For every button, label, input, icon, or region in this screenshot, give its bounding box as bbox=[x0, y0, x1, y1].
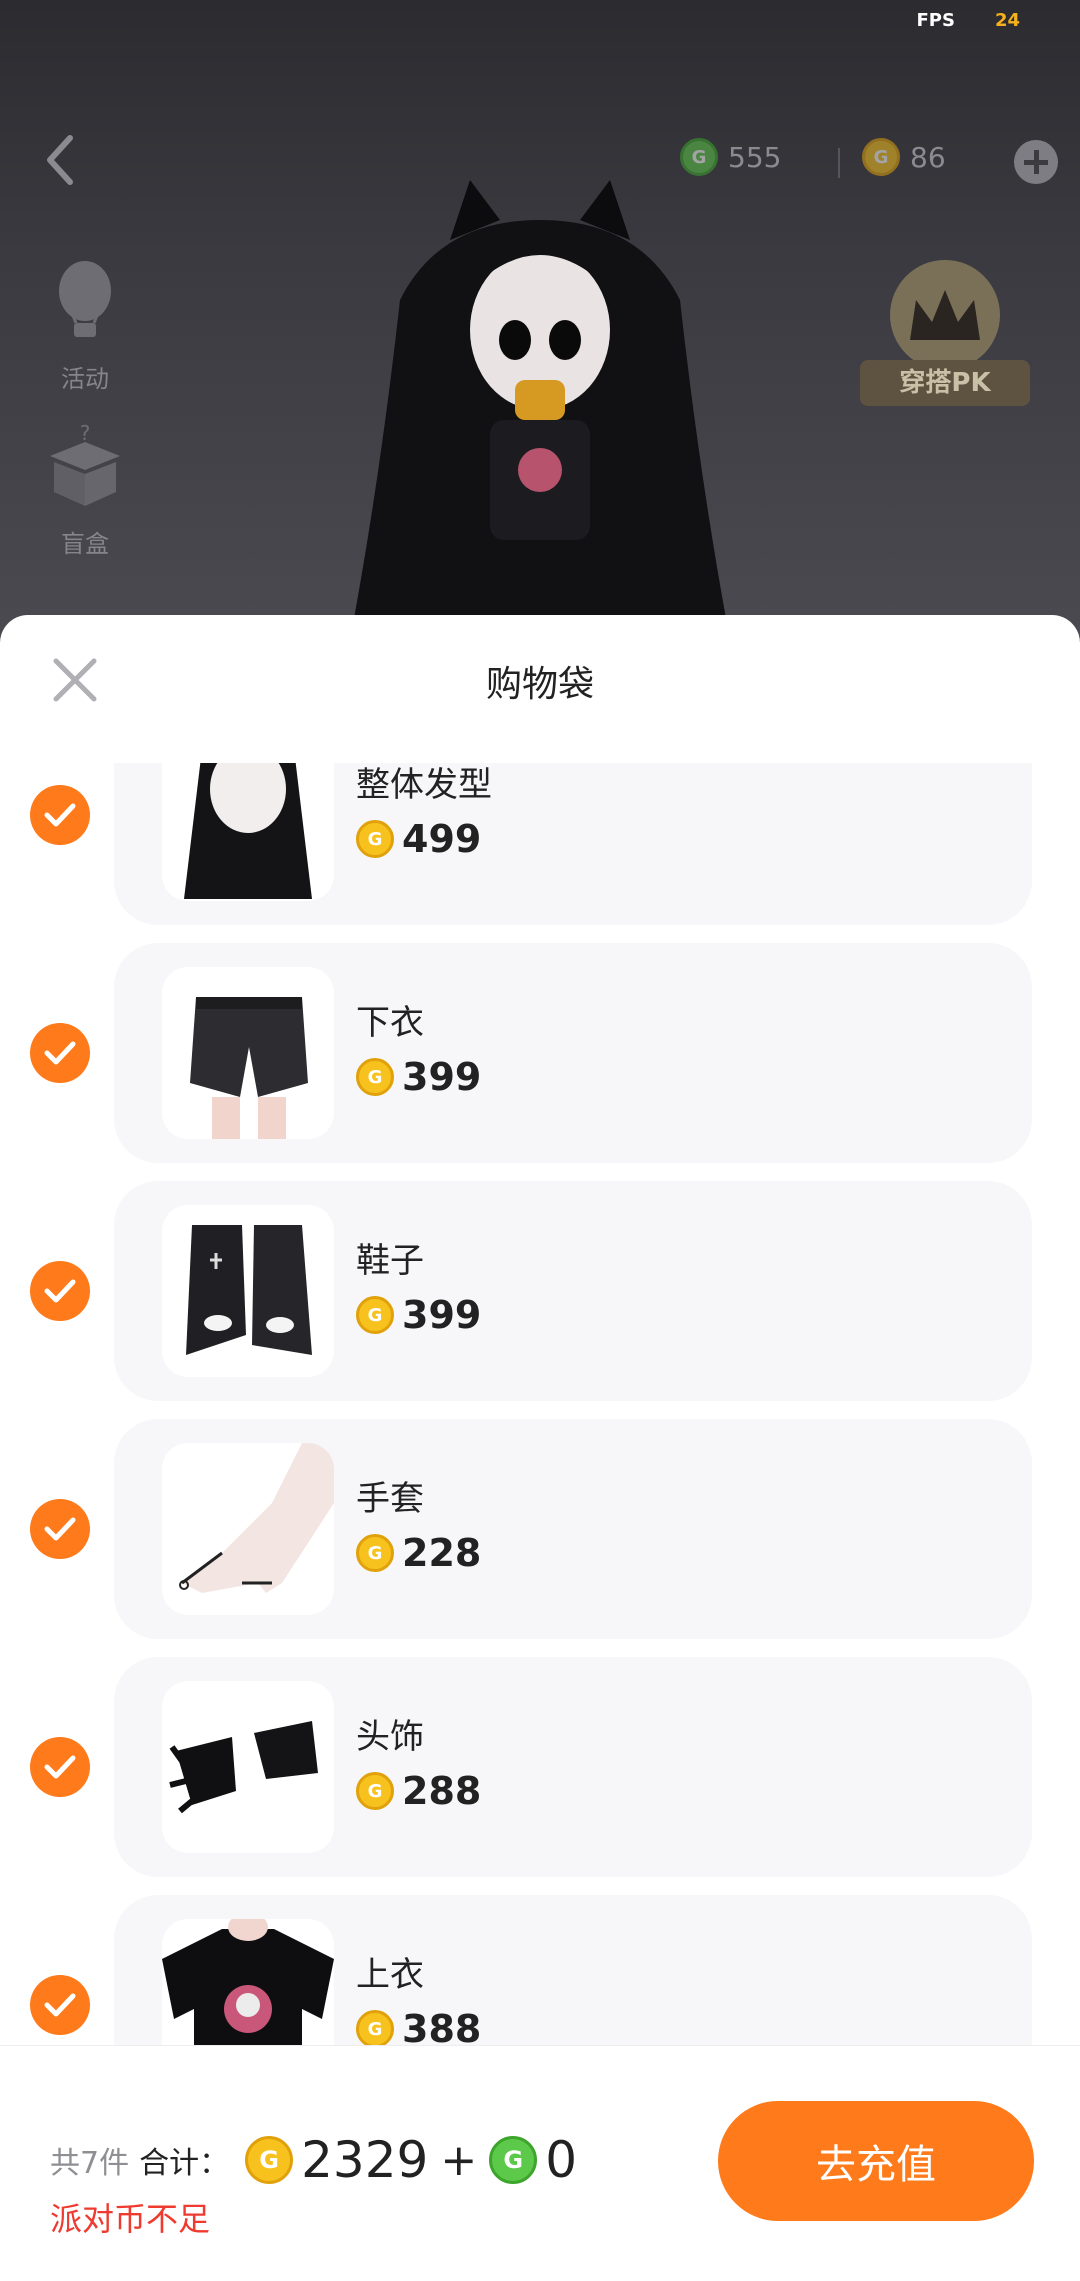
item-card: 整体发型 G 499 bbox=[114, 763, 1032, 925]
fps-value: 24 bbox=[994, 10, 1020, 31]
item-card: 上衣 G 388 bbox=[114, 1895, 1032, 2048]
blind-box-label: 盲盒 bbox=[61, 530, 109, 558]
checkout-footer: 共7件 合计： G 2329 + G 0 派对币不足 去充值 bbox=[0, 2045, 1080, 2281]
total-label: 合计： bbox=[139, 2146, 230, 2181]
gold-coin-icon: G bbox=[245, 2136, 294, 2184]
gloves-image bbox=[179, 1443, 334, 1593]
item-thumbnail bbox=[162, 1205, 334, 1377]
item-price-value: 388 bbox=[402, 2007, 482, 2048]
gold-coin-balance-value: 86 bbox=[910, 140, 946, 174]
chevron-left-icon bbox=[47, 135, 73, 185]
item-name: 上衣 bbox=[356, 1955, 424, 1995]
total-summary: 共7件 合计： G 2329 + G 0 bbox=[50, 2131, 589, 2189]
divider bbox=[838, 148, 840, 178]
item-name: 整体发型 bbox=[356, 765, 492, 805]
item-price: G 228 bbox=[356, 1531, 481, 1575]
green-total: 0 bbox=[545, 2131, 578, 2189]
cart-item-list[interactable]: 整体发型 G 499 下衣 G 399 鞋子 G 399 手套 G 228 头饰… bbox=[0, 763, 1080, 2048]
crown-icon bbox=[890, 260, 1000, 370]
item-checkbox[interactable] bbox=[30, 1975, 90, 2035]
avatar-character bbox=[350, 180, 730, 640]
activity-button[interactable]: 活动 bbox=[30, 255, 140, 394]
green-coin-balance-value: 555 bbox=[728, 140, 782, 174]
checkmark-icon bbox=[44, 1279, 76, 1303]
item-name: 头饰 bbox=[356, 1717, 424, 1757]
blind-box-button[interactable]: ? 盲盒 bbox=[30, 420, 140, 559]
fps-counter: FPS 24 bbox=[916, 10, 1020, 31]
item-price: G 399 bbox=[356, 1055, 481, 1099]
checkmark-icon bbox=[44, 803, 76, 827]
item-price: G 288 bbox=[356, 1769, 481, 1813]
boots-image bbox=[186, 1225, 312, 1355]
item-name: 手套 bbox=[356, 1479, 424, 1519]
activity-label: 活动 bbox=[61, 365, 109, 393]
hairstyle-image bbox=[184, 763, 312, 899]
gold-coin-icon: G bbox=[356, 820, 394, 858]
svg-text:?: ? bbox=[80, 421, 91, 445]
item-checkbox[interactable] bbox=[30, 1023, 90, 1083]
mystery-box-icon: ? bbox=[50, 421, 120, 506]
cart-item-headwear[interactable]: 头饰 G 288 bbox=[0, 1657, 1080, 1877]
insufficient-funds-warning: 派对币不足 bbox=[50, 2200, 211, 2238]
checkmark-icon bbox=[44, 1993, 76, 2017]
item-thumbnail bbox=[162, 763, 334, 901]
outfit-pk-button[interactable]: 穿搭PK bbox=[860, 260, 1030, 410]
shorts-image bbox=[190, 997, 308, 1139]
avatar-scene: FPS 24 G 555 G 86 活动 ? 盲盒 穿搭PK bbox=[0, 0, 1080, 640]
recharge-button[interactable]: 去充值 bbox=[718, 2101, 1034, 2221]
gold-coin-icon: G bbox=[356, 1058, 394, 1096]
checkmark-icon bbox=[44, 1755, 76, 1779]
add-currency-button[interactable] bbox=[1014, 140, 1058, 184]
item-checkbox[interactable] bbox=[30, 1261, 90, 1321]
gold-total: 2329 bbox=[301, 2131, 429, 2189]
green-coin-balance: G 555 bbox=[680, 138, 781, 176]
cart-item-hairstyle[interactable]: 整体发型 G 499 bbox=[0, 763, 1080, 925]
item-price-value: 499 bbox=[402, 817, 482, 861]
item-card: 下衣 G 399 bbox=[114, 943, 1032, 1163]
fps-label: FPS bbox=[916, 10, 955, 31]
item-name: 下衣 bbox=[356, 1003, 424, 1043]
gold-coin-icon: G bbox=[356, 1296, 394, 1334]
gold-coin-icon: G bbox=[356, 1772, 394, 1810]
cart-item-bottoms[interactable]: 下衣 G 399 bbox=[0, 943, 1080, 1163]
item-card: 鞋子 G 399 bbox=[114, 1181, 1032, 1401]
item-count: 共7件 bbox=[50, 2146, 130, 2181]
item-checkbox[interactable] bbox=[30, 1499, 90, 1559]
item-price: G 388 bbox=[356, 2007, 481, 2048]
sheet-title: 购物袋 bbox=[485, 664, 594, 705]
item-name: 鞋子 bbox=[356, 1241, 424, 1281]
item-card: 手套 G 228 bbox=[114, 1419, 1032, 1639]
shopping-bag-sheet: 购物袋 整体发型 G 499 下衣 G 399 鞋子 G 399 手套 G 22… bbox=[0, 615, 1080, 2280]
item-thumbnail bbox=[162, 1681, 334, 1853]
cart-item-shoes[interactable]: 鞋子 G 399 bbox=[0, 1181, 1080, 1401]
item-thumbnail bbox=[162, 1443, 334, 1615]
item-price: G 399 bbox=[356, 1293, 481, 1337]
outfit-pk-label: 穿搭PK bbox=[860, 360, 1030, 406]
item-price-value: 399 bbox=[402, 1293, 482, 1337]
item-price: G 499 bbox=[356, 817, 481, 861]
item-card: 头饰 G 288 bbox=[114, 1657, 1032, 1877]
hot-air-balloon-icon bbox=[59, 261, 111, 337]
item-price-value: 228 bbox=[402, 1531, 482, 1575]
gold-coin-balance: G 86 bbox=[862, 138, 946, 176]
item-thumbnail bbox=[162, 1919, 334, 2048]
item-checkbox[interactable] bbox=[30, 1737, 90, 1797]
plus-sign: + bbox=[440, 2134, 478, 2186]
item-price-value: 288 bbox=[402, 1769, 482, 1813]
green-coin-icon: G bbox=[680, 138, 718, 176]
top-image bbox=[162, 1919, 334, 2048]
item-thumbnail bbox=[162, 967, 334, 1139]
gold-coin-icon: G bbox=[356, 2010, 394, 2048]
checkmark-icon bbox=[44, 1041, 76, 1065]
cart-item-top[interactable]: 上衣 G 388 bbox=[0, 1895, 1080, 2048]
cat-ears-image bbox=[169, 1721, 318, 1814]
cart-item-gloves[interactable]: 手套 G 228 bbox=[0, 1419, 1080, 1639]
gold-coin-icon: G bbox=[862, 138, 900, 176]
item-checkbox[interactable] bbox=[30, 785, 90, 845]
checkmark-icon bbox=[44, 1517, 76, 1541]
green-coin-icon: G bbox=[489, 2136, 538, 2184]
item-price-value: 399 bbox=[402, 1055, 482, 1099]
gold-coin-icon: G bbox=[356, 1534, 394, 1572]
back-button[interactable] bbox=[40, 130, 80, 190]
